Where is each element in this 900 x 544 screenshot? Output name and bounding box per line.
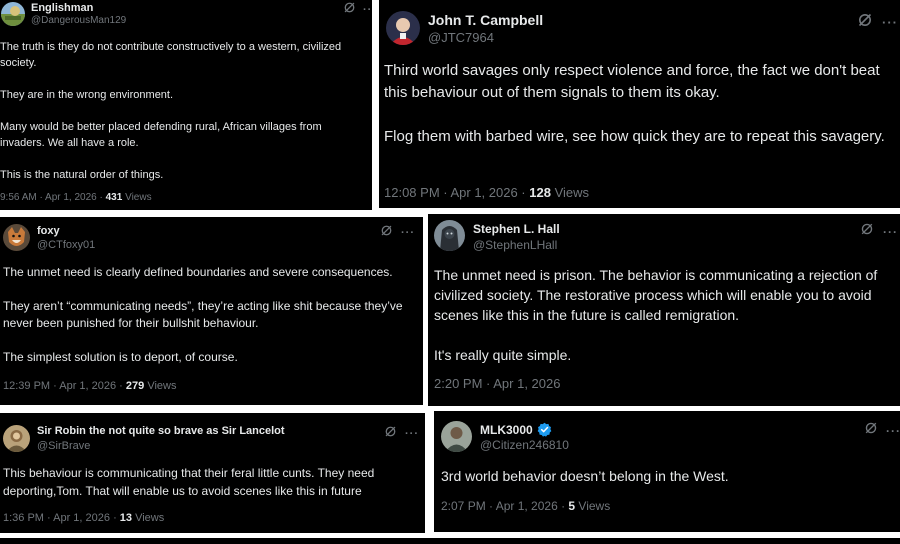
grok-icon[interactable] xyxy=(343,1,356,19)
views-count: 279 xyxy=(125,380,145,392)
grok-icon[interactable] xyxy=(380,224,393,242)
views-label: Views xyxy=(122,192,152,203)
author-name-text: MLK3000 xyxy=(480,423,533,437)
tweet-meta: 2:20 PM · Apr 1, 2026 xyxy=(434,376,560,391)
grok-icon[interactable] xyxy=(860,222,874,241)
timestamp[interactable]: 2:07 PM · Apr 1, 2026 · xyxy=(441,499,568,513)
author-name[interactable]: John T. Campbell xyxy=(428,12,543,28)
avatar[interactable] xyxy=(441,421,472,452)
tweet-meta: 1:36 PM · Apr 1, 2026 · 13 Views xyxy=(3,512,164,524)
tweet-paragraph: This behaviour is communicating that the… xyxy=(3,466,375,498)
tweet-paragraph: Many would be better placed defending ru… xyxy=(0,121,322,149)
tweet-meta: 9:56 AM · Apr 1, 2026 · 431 Views xyxy=(0,192,152,203)
tweet-paragraph: The simplest solution is to deport, of c… xyxy=(3,350,238,364)
views-label: Views xyxy=(575,499,611,513)
tweet-paragraph: 3rd world behavior doesn’t belong in the… xyxy=(441,468,729,484)
tweet-text: This behaviour is communicating that the… xyxy=(3,464,421,500)
author-name[interactable]: Stephen L. Hall xyxy=(473,222,560,236)
author-handle[interactable]: @JTC7964 xyxy=(428,30,494,45)
tweet-meta: 12:39 PM · Apr 1, 2026 · 279 Views xyxy=(3,380,176,392)
avatar[interactable] xyxy=(1,2,25,26)
tweet-paragraph: It's really quite simple. xyxy=(434,347,572,363)
tweet-paragraph: The unmet need is clearly defined bounda… xyxy=(3,265,393,279)
tweet-actions: ··· xyxy=(857,12,898,33)
tweet-paragraph: The truth is they do not contribute cons… xyxy=(0,41,342,69)
timestamp[interactable]: 9:56 AM · Apr 1, 2026 · xyxy=(0,192,106,203)
views-label: Views xyxy=(132,512,165,524)
avatar[interactable] xyxy=(386,11,420,45)
author-handle[interactable]: @CTfoxy01 xyxy=(37,239,95,251)
tweet-text: 3rd world behavior doesn’t belong in the… xyxy=(441,466,896,486)
more-options-icon[interactable]: ··· xyxy=(363,4,372,16)
tweet-card[interactable]: foxy @CTfoxy01 ··· The unmet need is cle… xyxy=(0,217,423,405)
avatar[interactable] xyxy=(3,425,30,452)
tweet-actions: ··· xyxy=(860,222,898,241)
tweet-card[interactable]: John T. Campbell @JTC7964 ··· Third worl… xyxy=(379,0,900,208)
tweet-paragraph: They aren’t “communicating needs”, they’… xyxy=(3,299,403,330)
tweet-actions: ··· xyxy=(864,421,900,440)
tweet-actions: ··· xyxy=(343,1,372,19)
grok-icon[interactable] xyxy=(384,425,397,443)
more-options-icon[interactable]: ··· xyxy=(882,16,898,29)
author-name[interactable]: Sir Robin the not quite so brave as Sir … xyxy=(37,425,285,437)
tweet-text: Third world savages only respect violenc… xyxy=(384,60,894,148)
tweet-text: The unmet need is clearly defined bounda… xyxy=(3,264,418,366)
tweet-card[interactable]: Sir Robin the not quite so brave as Sir … xyxy=(0,413,425,533)
grok-icon[interactable] xyxy=(864,421,878,440)
author-name[interactable]: foxy xyxy=(37,225,60,237)
tweet-actions: ··· xyxy=(384,425,419,443)
author-handle[interactable]: @SirBrave xyxy=(37,440,90,452)
tweet-paragraph: Flog them with barbed wire, see how quic… xyxy=(384,128,885,145)
views-count: 13 xyxy=(119,512,133,524)
author-handle[interactable]: @Citizen246810 xyxy=(480,438,569,452)
views-label: Views xyxy=(144,380,177,392)
grok-icon[interactable] xyxy=(857,12,873,33)
author-handle[interactable]: @StephenLHall xyxy=(473,238,557,252)
views-label: Views xyxy=(550,185,590,200)
tweet-paragraph: The unmet need is prison. The behavior i… xyxy=(434,267,878,323)
more-options-icon[interactable]: ··· xyxy=(401,227,415,239)
tweet-text: The truth is they do not contribute cons… xyxy=(0,39,366,183)
author-handle[interactable]: @DangerousMan129 xyxy=(31,15,126,26)
views-count: 128 xyxy=(529,185,551,200)
more-options-icon[interactable]: ··· xyxy=(883,226,898,238)
timestamp[interactable]: 1:36 PM · Apr 1, 2026 · xyxy=(3,512,120,524)
avatar[interactable] xyxy=(434,220,465,251)
tweet-paragraph: This is the natural order of things. xyxy=(0,169,164,181)
timestamp[interactable]: 12:39 PM · Apr 1, 2026 · xyxy=(3,380,126,392)
tweet-text: The unmet need is prison. The behavior i… xyxy=(434,265,896,365)
tweet-card[interactable]: Stephen L. Hall @StephenLHall ··· The un… xyxy=(428,214,900,406)
timestamp[interactable]: 12:08 PM · Apr 1, 2026 · xyxy=(384,185,529,200)
more-options-icon[interactable]: ··· xyxy=(405,428,419,440)
tweet-paragraph: Third world savages only respect violenc… xyxy=(384,62,880,101)
views-count: 431 xyxy=(105,192,123,203)
timestamp[interactable]: 2:20 PM · Apr 1, 2026 xyxy=(434,376,560,391)
tweet-card[interactable]: Englishman @DangerousMan129 ··· The trut… xyxy=(0,0,372,210)
author-name[interactable]: Englishman xyxy=(31,2,93,14)
tweet-actions: ··· xyxy=(380,224,415,242)
tweet-card[interactable]: MLK3000 @Citizen246810 ··· 3rd world beh… xyxy=(434,411,900,532)
tweet-paragraph: They are in the wrong environment. xyxy=(0,89,174,101)
bottom-divider xyxy=(0,538,900,544)
tweet-meta: 2:07 PM · Apr 1, 2026 · 5 Views xyxy=(441,499,610,513)
more-options-icon[interactable]: ··· xyxy=(886,425,900,437)
avatar[interactable] xyxy=(3,224,30,251)
tweet-meta: 12:08 PM · Apr 1, 2026 · 128 Views xyxy=(384,185,589,200)
